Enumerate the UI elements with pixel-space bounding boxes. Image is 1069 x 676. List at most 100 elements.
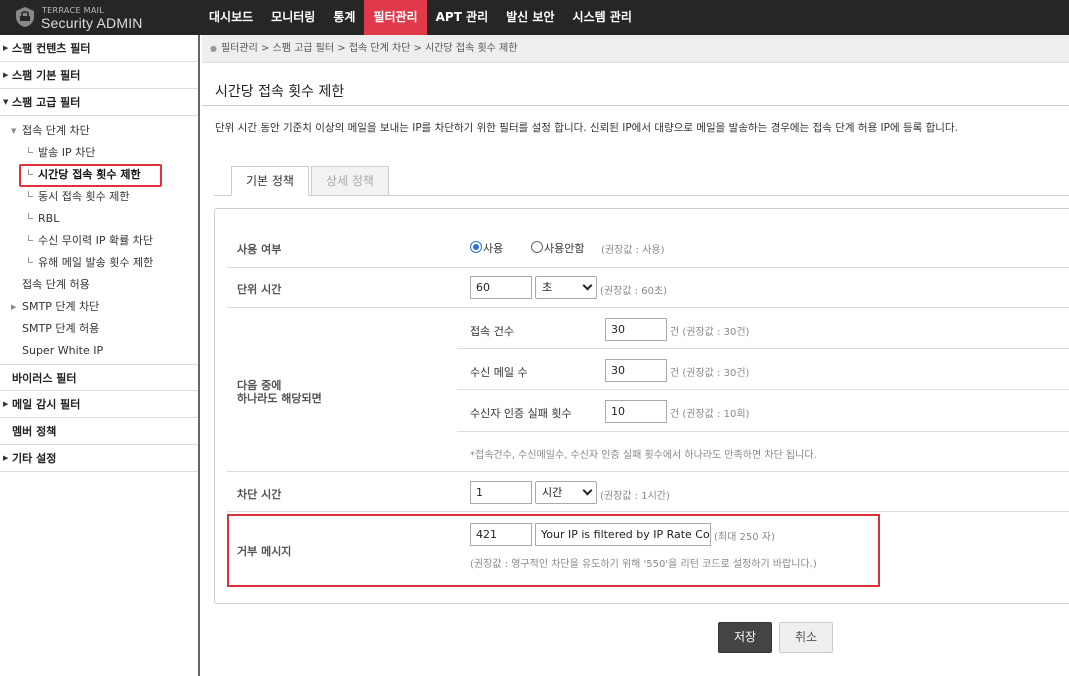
sidebar-item-label: 접속 단계 차단 [22, 124, 90, 137]
nav-statistics[interactable]: 통계 [324, 0, 364, 35]
breadcrumb-text: 필터관리 > 스팸 고급 필터 > 접속 단계 차단 > 시간당 접속 횟수 제… [220, 43, 518, 54]
conn-count-suffix: 건 (권장값 : 30건) [670, 327, 750, 338]
breadcrumb: ● 필터관리 > 스팸 고급 필터 > 접속 단계 차단 > 시간당 접속 횟수 … [202, 35, 1069, 63]
nav-filter-management[interactable]: 필터관리 [364, 0, 427, 35]
sidebar-group-spam-basic[interactable]: ▶ 스팸 기본 필터 [0, 62, 198, 89]
sidebar-item-invalid-rcpt[interactable]: 수신 무이력 IP 확률 차단 [0, 230, 198, 252]
sidebar: ▶ 스팸 컨텐츠 필터 ▶ 스팸 기본 필터 ▼ 스팸 고급 필터 ▼ 접속 단… [0, 35, 200, 676]
sidebar-group-spam-advanced[interactable]: ▼ 스팸 고급 필터 [0, 89, 198, 116]
sidebar-item-hourly-conn[interactable]: 시간당 접속 횟수 제한 [0, 164, 198, 187]
mail-count-input[interactable] [605, 359, 667, 382]
use-on-radio[interactable] [470, 241, 482, 253]
sidebar-item-label: 발송 IP 차단 [38, 146, 96, 159]
nav-apt-management[interactable]: APT 관리 [427, 0, 498, 35]
row-divider [227, 307, 1069, 308]
sidebar-item-smtp-block[interactable]: ▶ SMTP 단계 차단 [0, 296, 198, 318]
top-bar: TERRACE MAIL Security ADMIN 대시보드 모니터링 통계… [0, 0, 1069, 35]
chevron-down-icon [582, 280, 593, 291]
block-time-label: 차단 시간 [237, 488, 282, 501]
chevron-down-icon: ▼ [11, 127, 17, 135]
sidebar-item-harmful[interactable]: 유해 메일 발송 횟수 제한 [0, 252, 198, 274]
logo-main-text: Security ADMIN [41, 15, 143, 31]
row-divider [457, 389, 1069, 390]
sidebar-item-conn-block[interactable]: ▼ 접속 단계 차단 [0, 120, 198, 142]
sidebar-item-label: SMTP 단계 차단 [22, 300, 100, 313]
unit-time-input[interactable] [470, 276, 532, 299]
block-time-hint: (권장값 : 1시간) [600, 491, 670, 502]
tab-basic-policy[interactable]: 기본 정책 [231, 166, 309, 196]
tree-corner-icon [28, 169, 33, 175]
sidebar-item-concurrent[interactable]: 동시 접속 횟수 제한 [0, 186, 198, 208]
tree-corner-icon [28, 147, 33, 153]
conn-count-input[interactable] [605, 318, 667, 341]
logo[interactable]: TERRACE MAIL Security ADMIN [14, 5, 184, 31]
use-off-label[interactable]: 사용안함 [544, 240, 584, 256]
sidebar-group-spam-content[interactable]: ▶ 스팸 컨텐츠 필터 [0, 35, 198, 62]
tree-corner-icon [28, 257, 33, 263]
sidebar-item-sender-ip[interactable]: 발송 IP 차단 [0, 142, 198, 164]
sidebar-group-monitor[interactable]: ▶ 메일 감시 필터 [0, 391, 198, 418]
tree-corner-icon [28, 213, 33, 219]
reject-message-input[interactable] [535, 523, 711, 546]
unit-time-select-value: 초 [542, 281, 553, 294]
auth-fail-label: 수신자 인증 실패 횟수 [470, 407, 572, 420]
unit-time-hint: (권장값 : 60초) [600, 286, 668, 297]
page-title: 시간당 접속 횟수 제한 [215, 84, 345, 100]
block-time-input[interactable] [470, 481, 532, 504]
row-divider [227, 471, 1069, 472]
sidebar-group-label: 스팸 컨텐츠 필터 [12, 42, 91, 55]
tree-corner-icon [28, 191, 33, 197]
chevron-right-icon: ▶ [3, 71, 9, 79]
save-button[interactable]: 저장 [718, 622, 772, 653]
sidebar-item-rbl[interactable]: RBL [0, 208, 198, 230]
sidebar-item-super-white[interactable]: Super White IP [0, 340, 198, 362]
mail-count-suffix: 건 (권장값 : 30건) [670, 368, 750, 379]
condition-note: *접속건수, 수신메일수, 수신자 인증 실패 횟수에서 하나라도 만족하면 차… [470, 450, 817, 461]
nav-system-management[interactable]: 시스템 관리 [563, 0, 640, 35]
row-divider [457, 431, 1069, 432]
chevron-down-icon [582, 485, 593, 496]
row-divider [227, 267, 1069, 268]
sidebar-item-label: 동시 접속 횟수 제한 [38, 190, 130, 203]
use-off-radio[interactable] [531, 241, 543, 253]
chevron-right-icon: ▶ [3, 454, 9, 462]
chevron-right-icon: ▶ [3, 44, 9, 52]
nav-outbound-security[interactable]: 발신 보안 [497, 0, 563, 35]
sidebar-item-label: RBL [38, 212, 60, 225]
unit-time-select[interactable]: 초 [535, 276, 597, 299]
chevron-right-icon: ▶ [3, 400, 9, 408]
block-time-select[interactable]: 시간 [535, 481, 597, 504]
sidebar-group-label: 멤버 정책 [12, 425, 57, 438]
sidebar-group-label: 기타 설정 [12, 452, 57, 465]
auth-fail-input[interactable] [605, 400, 667, 423]
tab-detail-policy[interactable]: 상세 정책 [310, 166, 389, 196]
reject-message-limit: (최대 250 자) [714, 532, 775, 543]
nav-monitoring[interactable]: 모니터링 [262, 0, 324, 35]
sidebar-group-label: 스팸 기본 필터 [12, 69, 81, 82]
cancel-button[interactable]: 취소 [779, 622, 833, 653]
chevron-right-icon: ▶ [11, 303, 17, 311]
sidebar-group-label: 바이러스 필터 [12, 372, 77, 385]
nav-dashboard[interactable]: 대시보드 [200, 0, 262, 35]
row-divider [457, 348, 1069, 349]
sidebar-item-smtp-allow[interactable]: SMTP 단계 허용 [0, 318, 198, 340]
block-time-select-value: 시간 [542, 486, 563, 499]
logo-small-text: TERRACE MAIL [42, 6, 105, 15]
page-description: 단위 시간 동안 기준치 이상의 메일을 보내는 IP를 차단하기 위한 필터를… [215, 122, 958, 134]
sidebar-item-label: 유해 메일 발송 횟수 제한 [38, 256, 154, 269]
row-divider [227, 511, 1069, 512]
sidebar-group-member[interactable]: 멤버 정책 [0, 418, 198, 445]
use-on-label[interactable]: 사용 [483, 240, 503, 256]
mail-count-label: 수신 메일 수 [470, 366, 528, 379]
use-label: 사용 여부 [237, 243, 282, 256]
reject-message-label: 거부 메시지 [237, 545, 292, 558]
sidebar-group-etc[interactable]: ▶ 기타 설정 [0, 445, 198, 472]
sidebar-group-label: 메일 감시 필터 [12, 398, 81, 411]
condition-label-line2: 하나라도 해당되면 [237, 392, 322, 405]
tree-corner-icon [28, 235, 33, 241]
shield-logo-icon [16, 7, 34, 27]
sidebar-group-virus[interactable]: 바이러스 필터 [0, 364, 198, 391]
home-icon[interactable]: ● [210, 44, 217, 53]
reject-code-input[interactable] [470, 523, 532, 546]
sidebar-item-conn-allow[interactable]: 접속 단계 허용 [0, 274, 198, 296]
